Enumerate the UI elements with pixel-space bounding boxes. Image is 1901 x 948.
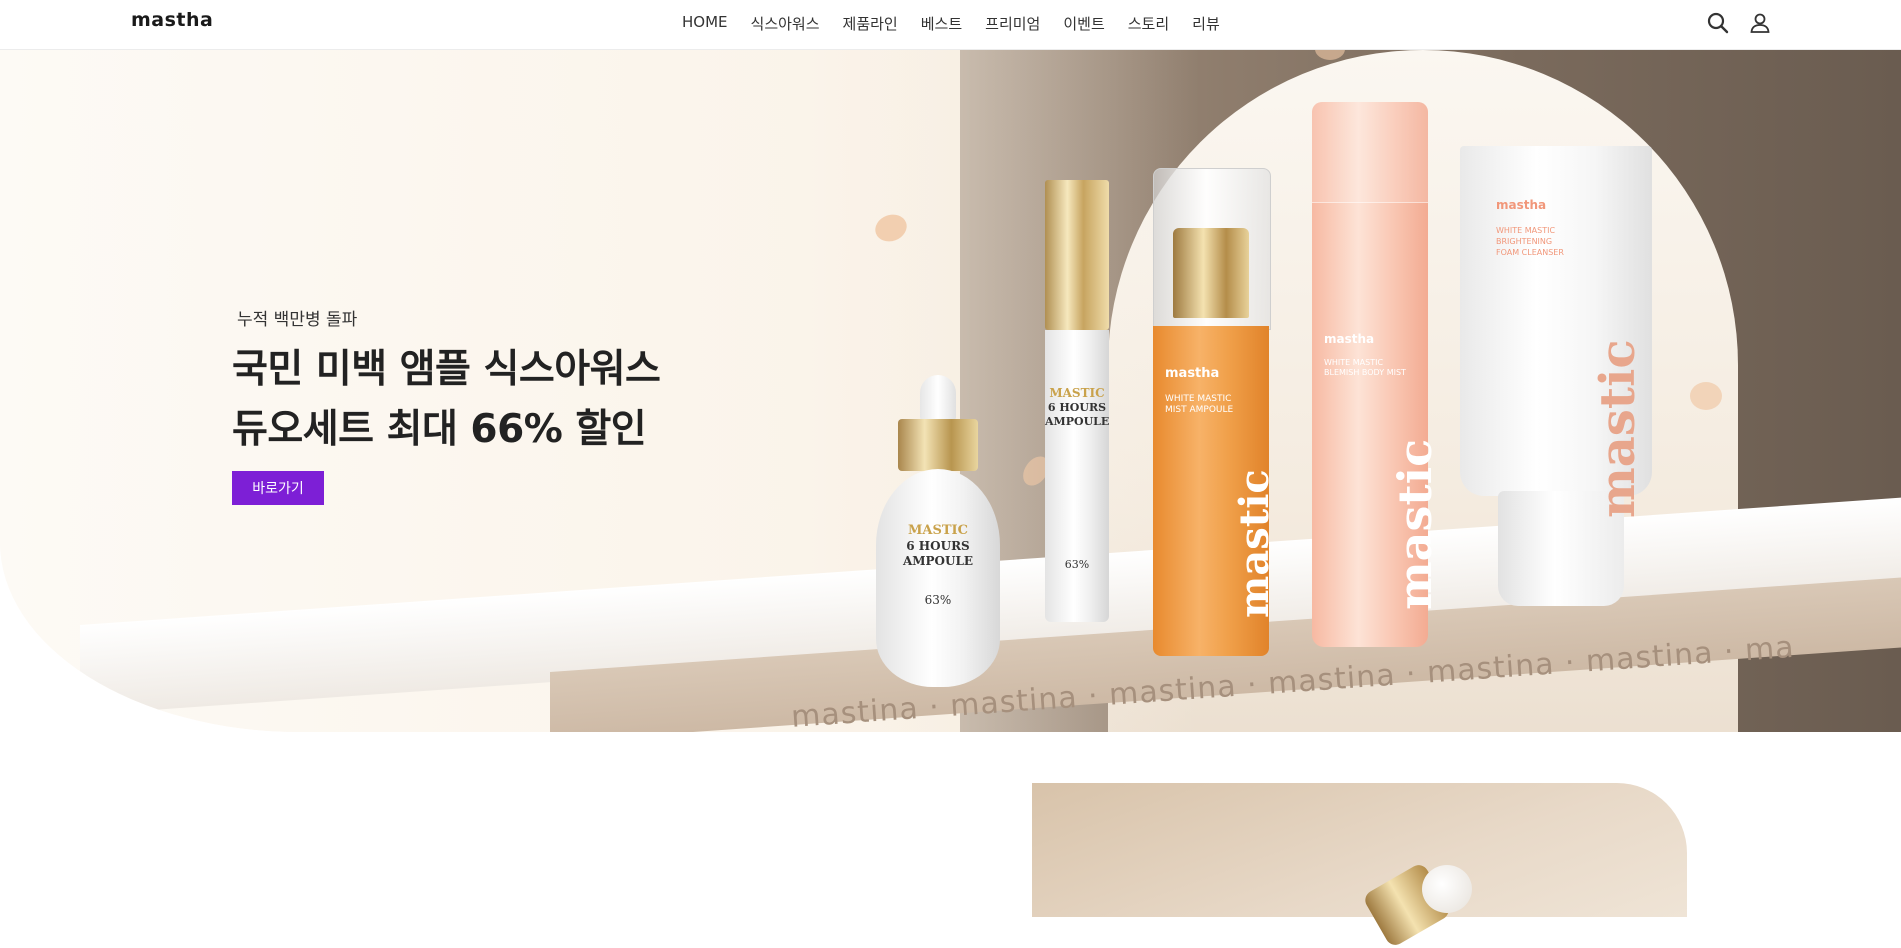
nav-item-event[interactable]: 이벤트: [1063, 13, 1104, 34]
search-icon[interactable]: [1706, 11, 1730, 35]
nav-item-best[interactable]: 베스트: [921, 13, 962, 34]
next-section-image: [1032, 783, 1687, 948]
dropper-ampoule-product: MASTIC 6 HOURS AMPOULE 63%: [876, 375, 1000, 687]
dropper-bulb-image: [1422, 865, 1472, 913]
user-icon[interactable]: [1748, 11, 1772, 35]
hero-title: 국민 미백 앰플 식스아워스 듀오세트 최대 66% 할인: [232, 340, 661, 460]
petal-decoration: [1690, 382, 1722, 410]
hero-title-line-2: 듀오세트 최대 66% 할인: [232, 407, 647, 452]
hero-subtitle: 누적 백만병 돌파: [237, 310, 358, 330]
orange-mist-ampoule-product: mastha WHITE MASTIC MIST AMPOULE mastic: [1153, 168, 1278, 656]
site-header: mastha HOME 식스아워스 제품라인 베스트 프리미엄 이벤트 스토리 …: [0, 0, 1901, 50]
hero-title-line-1: 국민 미백 앰플 식스아워스: [232, 347, 661, 392]
hero-banner: mastina · mastina · mastina · mastina · …: [0, 50, 1901, 732]
nav-item-home[interactable]: HOME: [682, 13, 728, 34]
nav-item-product-line[interactable]: 제품라인: [843, 13, 898, 34]
nav-item-review[interactable]: 리뷰: [1192, 13, 1220, 34]
site-logo[interactable]: mastha: [131, 9, 213, 31]
ampoule-tube-product: MASTIC 6 HOURS AMPOULE 63%: [1045, 180, 1109, 622]
foam-cleanser-product: mastha WHITE MASTIC BRIGHTENING FOAM CLE…: [1460, 146, 1652, 606]
nav-item-premium[interactable]: 프리미엄: [985, 13, 1040, 34]
main-nav: HOME 식스아워스 제품라인 베스트 프리미엄 이벤트 스토리 리뷰: [682, 13, 1243, 34]
nav-item-story[interactable]: 스토리: [1128, 13, 1169, 34]
shop-now-button[interactable]: 바로가기: [232, 471, 324, 505]
nav-item-six-hours[interactable]: 식스아워스: [751, 13, 820, 34]
pink-body-mist-product: mastha WHITE MASTIC BLEMISH BODY MIST ma…: [1312, 102, 1442, 647]
